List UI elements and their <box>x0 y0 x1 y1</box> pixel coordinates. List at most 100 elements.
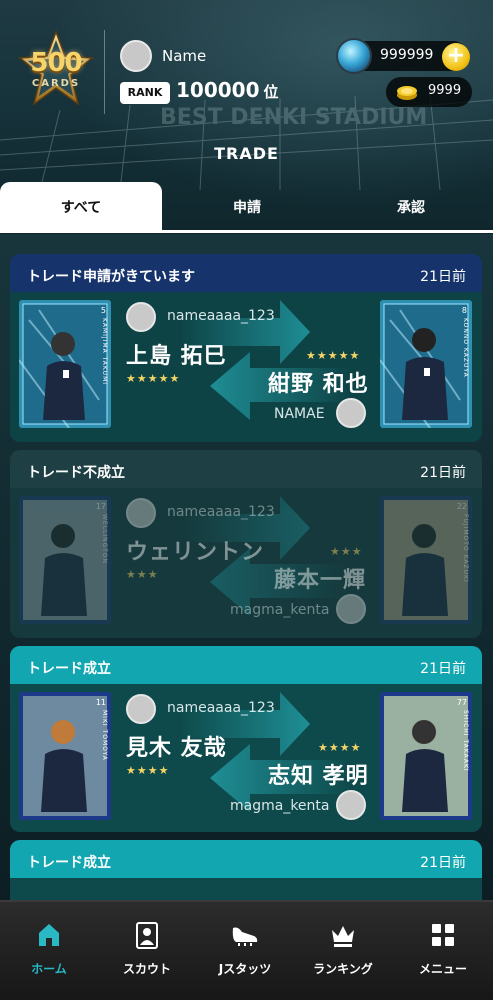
trade-time: 21日前 <box>420 465 466 481</box>
left-user-name: nameaaaa_123 <box>167 308 275 324</box>
bottom-nav: ホーム スカウト Jスタッツ ランキング メニュー <box>0 900 493 1000</box>
player-card-art <box>380 692 472 820</box>
soccer-cleat-icon <box>232 927 258 946</box>
right-player-stars: ★★★ <box>330 545 363 558</box>
rank-unit: 位 <box>263 83 279 101</box>
left-user-name: nameaaaa_123 <box>167 700 275 716</box>
right-user-avatar[interactable] <box>336 790 366 820</box>
trade-status: トレード不成立 <box>27 465 125 481</box>
player-card-art <box>19 692 111 820</box>
coin-icon <box>397 86 417 100</box>
player-card-number: 8 <box>461 306 467 315</box>
player-card-name: KONNO KAZUYA <box>462 318 469 378</box>
right-player-stars: ★★★★ <box>318 741 362 754</box>
right-user-avatar[interactable] <box>336 398 366 428</box>
user-avatar[interactable] <box>120 40 152 72</box>
player-card-right[interactable]: 8 KONNO KAZUYA <box>380 300 472 428</box>
stadium-text: BEST DENKI STADIUM <box>160 105 427 130</box>
trade-card[interactable]: トレード不成立 21日前 17 WELLINGTON nameaaaa_123 <box>10 450 482 638</box>
home-icon <box>39 924 59 946</box>
header: BEST DENKI STADIUM 500 CARDS Name RANK 1… <box>0 0 493 234</box>
trade-status: トレード成立 <box>27 661 111 677</box>
left-user-avatar[interactable] <box>126 498 156 528</box>
player-card-art <box>19 496 111 624</box>
player-card-name: KAMIJIMA TAKUMI <box>101 318 108 386</box>
player-card-right[interactable]: 22 FUJIMOTO KAZUKI <box>380 496 472 624</box>
player-card-number: 77 <box>456 698 467 707</box>
rank-badge: RANK <box>120 82 170 104</box>
player-card-left[interactable]: 5 KAMIJIMA TAKUMI <box>19 300 111 428</box>
tab-approve[interactable]: 承認 <box>344 182 478 232</box>
trade-time: 21日前 <box>420 269 466 285</box>
user-name: Name <box>162 47 207 65</box>
gem-value: 999999 <box>380 47 434 63</box>
left-user-avatar[interactable] <box>126 302 156 332</box>
trade-card-header: トレード申請がきています 21日前 <box>10 254 482 292</box>
logo-number: 500 <box>30 48 82 78</box>
player-card-left[interactable]: 17 WELLINGTON <box>19 496 111 624</box>
player-card-number: 17 <box>95 502 106 511</box>
trade-time: 21日前 <box>420 661 466 677</box>
nav-label: スカウト <box>122 962 171 976</box>
trade-time: 21日前 <box>420 855 466 871</box>
player-card-art <box>19 300 111 428</box>
app-logo: 500 CARDS <box>18 29 94 110</box>
trade-card-header: トレード不成立 21日前 <box>10 450 482 488</box>
left-user-name: nameaaaa_123 <box>167 504 275 520</box>
nav-home[interactable]: ホーム <box>0 902 98 1000</box>
trade-card[interactable]: トレード成立 21日前 11 MIKI TOMOYA nameaaaa_123 <box>10 646 482 832</box>
right-player-name: 藤本一輝 <box>274 568 367 593</box>
logo-text: CARDS <box>31 78 81 89</box>
trade-card-header: トレード成立 21日前 <box>10 646 482 684</box>
player-card-name: WELLINGTON <box>101 514 108 564</box>
scout-card-icon <box>136 922 158 949</box>
player-card-art <box>380 496 472 624</box>
trade-card[interactable]: トレード申請がきています 21日前 5 KAMIJIMA TAKUMI name… <box>10 254 482 442</box>
right-player-name: 志知 孝明 <box>268 764 369 789</box>
player-card-number: 11 <box>95 698 106 707</box>
trade-status: トレード成立 <box>27 855 111 871</box>
left-player-stars: ★★★ <box>126 568 159 581</box>
player-card-name: FUJIMOTO KAZUKI <box>462 514 469 583</box>
nav-menu[interactable]: メニュー <box>394 902 492 1000</box>
trade-card[interactable]: トレード成立 21日前 <box>10 840 482 900</box>
right-user-name: magma_kenta <box>230 602 330 618</box>
player-card-number: 22 <box>456 502 467 511</box>
trade-card-body: 11 MIKI TOMOYA nameaaaa_123 見木 友哉 ★★★★ ★… <box>10 684 482 832</box>
page-title: TRADE <box>214 144 279 163</box>
trade-card-body: 17 WELLINGTON nameaaaa_123 ウェリントン ★★★ ★★… <box>10 488 482 638</box>
nav-scout[interactable]: スカウト <box>98 902 196 1000</box>
right-user-name: magma_kenta <box>230 798 330 814</box>
trade-list[interactable]: トレード申請がきています 21日前 5 KAMIJIMA TAKUMI name… <box>0 234 493 900</box>
nav-jstats[interactable]: Jスタッツ <box>196 902 294 1000</box>
left-player-stars: ★★★★★ <box>126 372 181 385</box>
grid-menu-icon <box>432 924 454 946</box>
right-player-stars: ★★★★★ <box>306 349 361 362</box>
player-card-art <box>380 300 472 428</box>
left-user-avatar[interactable] <box>126 694 156 724</box>
rank-number: 100000 <box>176 78 260 102</box>
right-user-name: NAMAE <box>274 406 325 422</box>
nav-label: メニュー <box>418 962 467 976</box>
right-user-avatar[interactable] <box>336 594 366 624</box>
add-gems-button[interactable]: + <box>442 43 470 71</box>
trade-card-header: トレード成立 21日前 <box>10 840 482 878</box>
tab-all[interactable]: すべて <box>0 182 162 232</box>
tab-underline <box>0 230 493 233</box>
rank-value: 100000 位 <box>176 78 279 102</box>
player-card-name: MIKI TOMOYA <box>101 710 108 761</box>
nav-ranking[interactable]: ランキング <box>294 902 392 1000</box>
left-player-stars: ★★★★ <box>126 764 170 777</box>
nav-label: Jスタッツ <box>218 962 272 976</box>
tab-request[interactable]: 申請 <box>180 182 314 232</box>
right-player-name: 紺野 和也 <box>268 372 369 397</box>
trade-card-body: 5 KAMIJIMA TAKUMI nameaaaa_123 上島 拓巳 ★★★… <box>10 292 482 442</box>
player-card-right[interactable]: 77 SHICHI TAKAAKI <box>380 692 472 820</box>
tab-bar: すべて 申請 承認 <box>0 182 493 234</box>
left-player-name: ウェリントン <box>126 540 265 565</box>
player-card-number: 5 <box>100 306 106 315</box>
player-card-name: SHICHI TAKAAKI <box>462 710 469 772</box>
player-card-left[interactable]: 11 MIKI TOMOYA <box>19 692 111 820</box>
nav-label: ホーム <box>31 962 67 976</box>
left-player-name: 見木 友哉 <box>126 736 227 761</box>
